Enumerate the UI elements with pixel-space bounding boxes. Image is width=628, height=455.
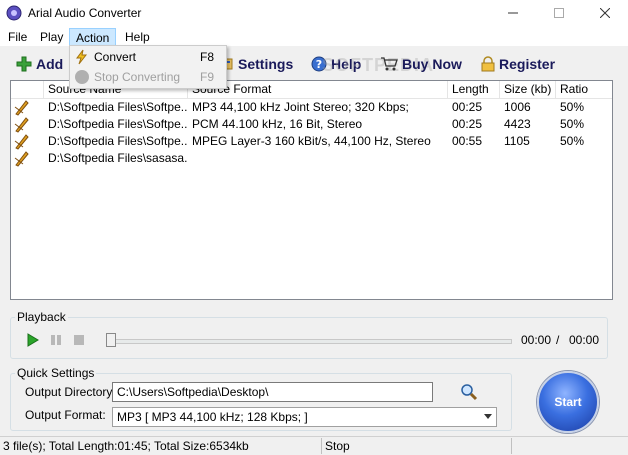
output-directory-label: Output Directory [25, 385, 113, 399]
settings-button-label: Settings [238, 56, 294, 72]
lock-icon [481, 56, 495, 72]
header-source-format[interactable]: Source Format [188, 81, 448, 98]
menu-action[interactable]: Action [69, 28, 117, 46]
menu-item-stop-label: Stop Converting [94, 70, 181, 84]
cell-source-format: PCM 44.100 kHz, 16 Bit, Stereo [192, 117, 363, 131]
menu-bar: File Play Action Help [0, 26, 628, 46]
table-row[interactable]: D:\Softpedia Files\Softpe... MP3 44,100 … [11, 99, 612, 116]
table-row[interactable]: D:\Softpedia Files\sasasa... [11, 150, 612, 167]
app-logo-icon [6, 5, 22, 21]
table-row[interactable]: D:\Softpedia Files\Softpe... MPEG Layer-… [11, 133, 612, 150]
output-format-label: Output Format: [25, 408, 106, 422]
header-length[interactable]: Length [448, 81, 500, 98]
cell-source-name: D:\Softpedia Files\Softpe... [48, 117, 188, 131]
settings-button[interactable]: Settings [218, 54, 293, 74]
chevron-down-icon [484, 414, 492, 419]
cell-ratio: 50% [560, 117, 585, 131]
audio-file-icon [14, 151, 29, 167]
title-bar: Arial Audio Converter [0, 0, 628, 26]
header-size[interactable]: Size (kb) [500, 81, 556, 98]
cell-length: 00:25 [452, 117, 483, 131]
minimize-button[interactable] [490, 0, 536, 26]
browse-folder-icon[interactable] [460, 383, 478, 401]
plus-icon [16, 56, 32, 72]
maximize-icon [554, 8, 564, 18]
close-button[interactable] [582, 0, 628, 26]
playback-group-label: Playback [15, 310, 68, 324]
shopping-cart-icon [381, 57, 398, 71]
register-button-label: Register [499, 56, 556, 72]
time-separator: / [556, 333, 560, 347]
menu-help[interactable]: Help [119, 28, 156, 46]
cell-source-format: MPEG Layer-3 160 kBit/s, 44,100 Hz, Ster… [192, 134, 431, 148]
audio-file-icon [14, 117, 29, 133]
add-button[interactable]: Add [16, 54, 63, 74]
pause-icon[interactable] [50, 334, 62, 346]
cell-size: 1105 [504, 134, 530, 148]
add-button-label: Add [36, 56, 64, 72]
menu-item-convert-label: Convert [94, 50, 137, 64]
minimize-icon [508, 12, 518, 14]
output-directory-input[interactable]: C:\Users\Softpedia\Desktop\ [112, 382, 433, 402]
cell-source-format: MP3 44,100 kHz Joint Stereo; 320 Kbps; [192, 100, 409, 114]
stop-icon [75, 70, 89, 84]
cell-ratio [556, 150, 612, 167]
file-list[interactable]: Source Name Source Format Length Size (k… [10, 80, 613, 300]
cell-size: 1006 [504, 100, 531, 114]
total-time: 00:00 [569, 333, 600, 347]
buy-now-button[interactable]: Buy Now [380, 54, 462, 74]
action-dropdown-menu: Convert F8 Stop Converting F9 [69, 45, 227, 89]
cell-size [500, 150, 556, 167]
menu-file[interactable]: File [2, 28, 33, 46]
status-summary: 3 file(s); Total Length:01:45; Total Siz… [0, 438, 322, 454]
quick-settings-label: Quick Settings [15, 366, 97, 380]
table-row[interactable]: D:\Softpedia Files\Softpe... PCM 44.100 … [11, 116, 612, 133]
menu-item-convert[interactable]: Convert F8 [70, 47, 226, 67]
output-format-select[interactable]: MP3 [ MP3 44,100 kHz; 128 Kbps; ] [112, 407, 497, 427]
output-format-value: MP3 [ MP3 44,100 kHz; 128 Kbps; ] [117, 410, 308, 424]
play-icon[interactable] [27, 333, 39, 347]
register-button[interactable]: Register [481, 54, 555, 74]
audio-file-icon [14, 100, 29, 116]
playback-slider-track[interactable] [110, 339, 512, 344]
cell-source-format [188, 150, 448, 167]
cell-source-name: D:\Softpedia Files\Softpe... [48, 100, 188, 114]
playback-slider-thumb[interactable] [106, 333, 116, 347]
cell-ratio: 50% [560, 134, 585, 148]
status-state: Stop [322, 438, 512, 454]
maximize-button[interactable] [536, 0, 582, 26]
cell-source-name: D:\Softpedia Files\sasasa... [48, 151, 188, 165]
window-title: Arial Audio Converter [28, 6, 142, 20]
audio-file-icon [14, 134, 29, 150]
cell-length: 00:55 [452, 134, 483, 148]
stop-playback-icon[interactable] [73, 334, 85, 346]
menu-item-stop-converting[interactable]: Stop Converting F9 [70, 67, 226, 87]
start-button[interactable]: Start [537, 371, 599, 433]
menu-item-convert-shortcut: F8 [200, 50, 215, 64]
cell-length: 00:25 [452, 100, 483, 114]
lightning-icon [76, 49, 88, 65]
start-button-label: Start [554, 395, 582, 409]
cell-size: 4423 [504, 117, 531, 131]
cell-ratio: 50% [560, 100, 585, 114]
playback-group [10, 317, 608, 359]
status-bar: 3 file(s); Total Length:01:45; Total Siz… [0, 436, 628, 455]
header-ratio[interactable]: Ratio [556, 81, 612, 98]
close-icon [600, 8, 610, 18]
current-time: 00:00 [521, 333, 552, 347]
cell-length [448, 150, 500, 167]
menu-item-stop-shortcut: F9 [200, 70, 215, 84]
cell-source-name: D:\Softpedia Files\Softpe... [48, 134, 188, 148]
menu-play[interactable]: Play [34, 28, 69, 46]
buy-now-button-label: Buy Now [402, 56, 462, 72]
header-icon-column [11, 81, 44, 98]
